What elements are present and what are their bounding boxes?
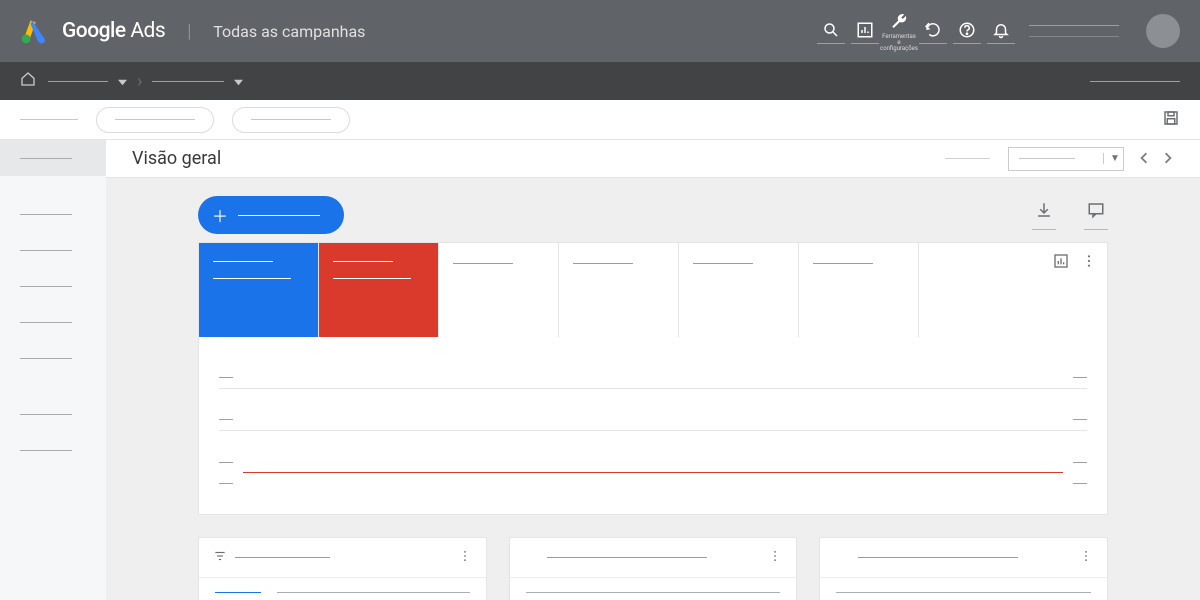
x-axis-tick (1073, 483, 1087, 484)
header-account-slot[interactable] (1029, 25, 1124, 37)
sort-icon[interactable] (213, 548, 227, 567)
tab-item[interactable] (20, 119, 78, 120)
left-sidebar (0, 140, 106, 600)
notifications-button[interactable] (985, 18, 1017, 44)
scorecard-5[interactable] (799, 243, 919, 337)
search-icon (822, 21, 840, 39)
y-axis-tick (219, 462, 233, 463)
app-header: Google Ads | Todas as campanhas Ferramen… (0, 0, 1200, 62)
page-header: Visão geral ▼ (106, 140, 1200, 178)
home-icon[interactable] (20, 71, 36, 91)
header-context-title: Todas as campanhas (213, 22, 365, 41)
reports-button[interactable] (849, 18, 881, 44)
product-logo[interactable]: Google Ads (20, 17, 165, 45)
account-avatar[interactable] (1146, 14, 1180, 48)
page-title: Visão geral (132, 148, 221, 169)
list-row[interactable] (215, 592, 470, 593)
overview-canvas: ＋ (106, 178, 1200, 600)
help-icon (958, 21, 976, 39)
tools-button[interactable]: Ferramentas e configurações (883, 10, 915, 52)
download-icon (1035, 201, 1053, 223)
list-row (526, 592, 781, 593)
sidebar-item-5[interactable] (0, 340, 106, 376)
next-button[interactable] (1162, 149, 1174, 168)
download-button[interactable] (1032, 201, 1056, 230)
list-row (836, 592, 1091, 593)
sidebar-item-1[interactable] (0, 196, 106, 232)
small-cards-row (198, 537, 1108, 600)
sidebar-item-7[interactable] (0, 432, 106, 468)
feedback-icon (1087, 201, 1105, 223)
scorecard-3[interactable] (559, 243, 679, 337)
chevron-down-icon (118, 72, 127, 91)
y-axis-tick (1073, 462, 1087, 463)
card-chart-icon[interactable] (1053, 253, 1069, 273)
y-axis-tick (1073, 377, 1087, 378)
performance-chart (199, 337, 1107, 514)
header-meta (945, 158, 990, 159)
new-campaign-button[interactable]: ＋ (198, 196, 344, 234)
tools-icon (890, 13, 908, 31)
y-axis-tick (219, 377, 233, 378)
save-icon[interactable] (1162, 109, 1180, 131)
scorecard-0[interactable] (199, 243, 319, 337)
main-panel: Visão geral ▼ ＋ (106, 140, 1200, 600)
sidebar-item-3[interactable] (0, 268, 106, 304)
date-pager (1138, 149, 1174, 168)
search-button[interactable] (815, 18, 847, 44)
chevron-down-icon (234, 72, 243, 91)
feedback-button[interactable] (1084, 201, 1108, 230)
chart-line-cost (243, 472, 1063, 473)
refresh-icon (924, 21, 942, 39)
breadcrumb-bar: › (0, 62, 1200, 100)
filter-pill-1[interactable] (96, 107, 214, 133)
chevron-right-icon: › (137, 71, 142, 92)
toolbar-row: ＋ (198, 196, 1108, 234)
sidebar-item-4[interactable] (0, 304, 106, 340)
breadcrumb-item-2[interactable] (152, 72, 243, 91)
y-axis-tick (219, 419, 233, 420)
sidebar-item-0[interactable] (0, 140, 106, 176)
sidebar-item-2[interactable] (0, 232, 106, 268)
performance-summary-card (198, 242, 1108, 515)
scorecard-2[interactable] (439, 243, 559, 337)
scorecard-strip (199, 243, 1107, 337)
breadcrumb-item-1[interactable] (48, 72, 127, 91)
date-range-select[interactable]: ▼ (1008, 147, 1124, 171)
reports-icon (856, 21, 874, 39)
header-divider: | (187, 21, 191, 42)
google-ads-logo-icon (20, 17, 48, 45)
y-axis-tick (1073, 419, 1087, 420)
chevron-down-icon: ▼ (1103, 153, 1117, 164)
header-actions: Ferramentas e configurações (815, 10, 1017, 52)
filter-pill-2[interactable] (232, 107, 350, 133)
breadcrumb-right-slot[interactable] (1090, 81, 1180, 82)
secondary-nav (0, 100, 1200, 140)
small-card-2 (819, 537, 1108, 600)
card-more-icon[interactable] (768, 548, 782, 567)
card-more-icon[interactable] (1079, 548, 1093, 567)
product-name: Google Ads (62, 19, 165, 43)
prev-button[interactable] (1138, 149, 1150, 168)
scorecard-4[interactable] (679, 243, 799, 337)
sidebar-item-6[interactable] (0, 396, 106, 432)
card-more-icon[interactable] (458, 548, 472, 567)
scorecard-1[interactable] (319, 243, 439, 337)
refresh-button[interactable] (917, 18, 949, 44)
plus-icon: ＋ (212, 203, 228, 227)
help-button[interactable] (951, 18, 983, 44)
small-card-1 (509, 537, 798, 600)
small-card-0 (198, 537, 487, 600)
card-more-icon[interactable] (1081, 253, 1097, 273)
content-area: Visão geral ▼ ＋ (0, 140, 1200, 600)
bell-icon (992, 21, 1010, 39)
x-axis-tick (219, 483, 233, 484)
